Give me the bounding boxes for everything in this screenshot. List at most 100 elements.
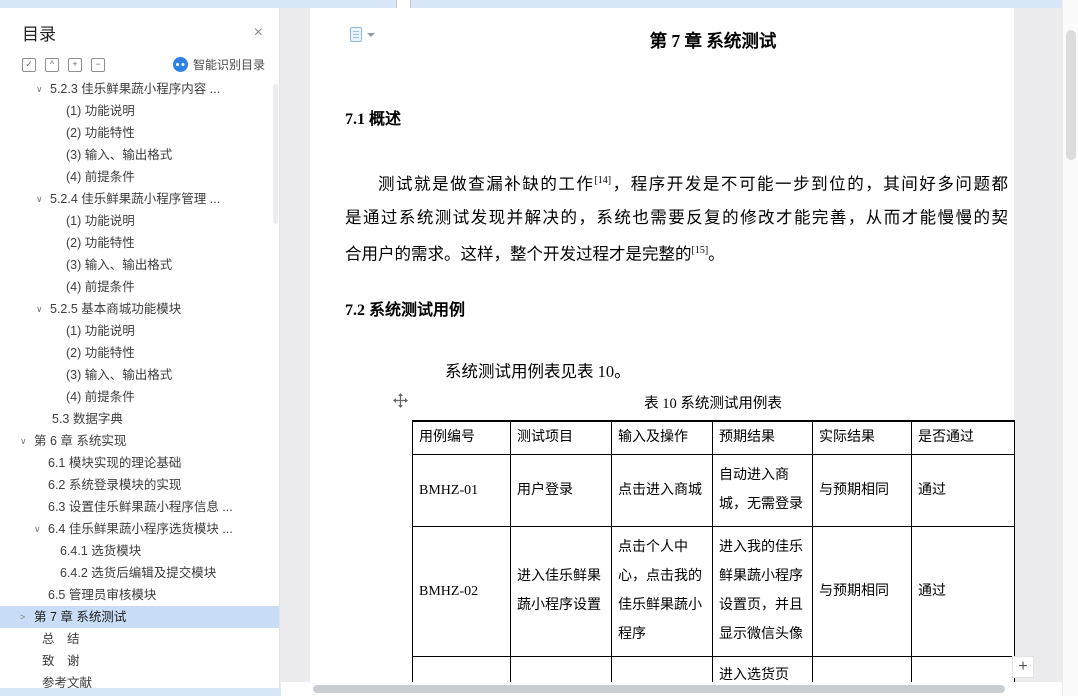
toc-item-label: (3) 输入、输出格式 [66,368,173,382]
table-row: 进入选货页 [412,655,1015,682]
table-cell [510,655,612,682]
chevron-down-icon [367,33,375,37]
toc-toolbar: ✓ ^ + − 智能识别目录 [0,45,279,81]
citation-ref: [15] [691,244,709,256]
table-header-cell: 是否通过 [911,420,1015,455]
toc-item[interactable]: 总 结 [0,628,279,650]
document-page: 第 7 章 系统测试 7.1 概述 测试就是做查漏补缺的工作[14]，程序开发是… [310,8,1015,682]
table-header-cell: 实际结果 [812,420,912,455]
toc-item[interactable]: (2) 功能特性 [0,232,279,254]
toc-item-label: 6.1 模块实现的理论基础 [48,456,182,470]
toc-item[interactable]: ∨ 6.4 佳乐鲜果蔬小程序选货模块 ... [0,518,279,540]
toc-item-label: (2) 功能特性 [66,126,135,140]
toc-item-label: 6.5 管理员审核模块 [48,588,157,602]
table-cell: 自动进入商城，无需登录 [712,453,813,527]
toc-item-label: 5.2.4 佳乐鲜果蔬小程序管理 ... [50,192,221,206]
toc-item[interactable]: (2) 功能特性 [0,342,279,364]
toc-item[interactable]: ∨ 5.2.5 基本商城功能模块 [0,298,279,320]
chevron-down-icon[interactable]: ∨ [20,430,34,452]
chapter-title: 第 7 章 系统测试 [649,31,777,51]
check-select-icon[interactable]: ✓ [22,57,36,72]
toc-item-label: (3) 输入、输出格式 [66,148,173,162]
app-top-strip [0,0,1062,8]
table-header-row: 用例编号 测试项目 输入及操作 预期结果 实际结果 是否通过 [412,420,1015,455]
toc-item[interactable]: 致 谢 [0,650,279,672]
toc-item-label: 6.2 系统登录模块的实现 [48,478,182,492]
toc-item-label: (2) 功能特性 [66,236,135,250]
table-caption-row: 表 10 系统测试用例表 [393,392,1014,413]
section-heading-7-2: 7.2 系统测试用例 [345,302,466,319]
toc-item[interactable]: 参考文献 [0,672,279,688]
chevron-down-icon[interactable]: ∨ [36,188,50,210]
chevron-right-icon[interactable]: > [20,606,34,628]
collapse-up-icon[interactable]: ^ [45,57,59,72]
paragraph-text: 是通过系统测试发现并解决的，系统也需要反复的修改才能完善，从而才能慢慢的契 [345,207,1008,227]
toc-item-label: 6.4.2 选货后编辑及提交模块 [60,566,217,580]
smart-toc-button[interactable]: 智能识别目录 [172,56,265,73]
horizontal-scrollbar[interactable] [281,682,1062,696]
collapse-all-icon[interactable]: − [91,57,105,72]
table-cell: 与预期相同 [812,525,912,657]
toc-item[interactable]: (1) 功能说明 [0,210,279,232]
toc-item-label: 总 结 [42,632,80,646]
toc-item-label: 致 谢 [42,654,80,668]
toc-item[interactable]: (4) 前提条件 [0,276,279,298]
toc-item-label: (2) 功能特性 [66,346,135,360]
horizontal-scrollbar-thumb[interactable] [313,685,1005,693]
body-paragraph: 测试就是做查漏补缺的工作[14]，程序开发是不可能一步到位的，其间好多问题都 是通… [345,164,1008,270]
toc-item[interactable]: (4) 前提条件 [0,166,279,188]
table-intro-text: 系统测试用例表见表 10。 [445,362,631,381]
toc-item[interactable]: > 第 7 章 系统测试 [0,606,279,628]
toc-item[interactable]: (1) 功能说明 [0,100,279,122]
expand-all-icon[interactable]: + [68,57,82,72]
toc-item[interactable]: (3) 输入、输出格式 [0,364,279,386]
table-cell: BMHZ-01 [412,453,511,527]
toc-item[interactable]: ∨ 5.2.3 佳乐鲜果蔬小程序内容 ... [0,78,279,100]
document-viewport: 第 7 章 系统测试 7.1 概述 测试就是做查漏补缺的工作[14]，程序开发是… [281,8,1062,682]
chevron-down-icon[interactable]: ∨ [34,518,48,540]
table-row: BMHZ-01 用户登录 点击进入商城 自动进入商城，无需登录 与预期相同 通过 [412,453,1015,527]
sidebar-scrollbar-thumb[interactable] [273,84,278,224]
table-cell: 通过 [911,525,1015,657]
vertical-scrollbar-thumb[interactable] [1066,30,1076,160]
toc-panel-header: 目录 × [0,8,279,45]
toc-item[interactable]: (4) 前提条件 [0,386,279,408]
toc-item[interactable]: (1) 功能说明 [0,320,279,342]
vertical-scrollbar[interactable] [1062,0,1078,696]
chevron-down-icon[interactable]: ∨ [36,298,50,320]
toc-item[interactable]: 6.2 系统登录模块的实现 [0,474,279,496]
paragraph-line: 是通过系统测试发现并解决的，系统也需要反复的修改才能完善，从而才能慢慢的契 [345,201,1008,234]
toc-item[interactable]: ∨ 第 6 章 系统实现 [0,430,279,452]
chevron-down-icon[interactable]: ∨ [36,78,50,100]
table-cell: BMHZ-02 [412,525,511,657]
table-row: BMHZ-02 进入佳乐鲜果蔬小程序设置 点击个人中心，点击我的佳乐鲜果蔬小程序 进入… [412,525,1015,657]
table-cell [911,655,1015,682]
toc-item[interactable]: (3) 输入、输出格式 [0,144,279,166]
toc-item-label: (1) 功能说明 [66,324,135,338]
toc-item[interactable]: 6.4.2 选货后编辑及提交模块 [0,562,279,584]
toc-item-label: (4) 前提条件 [66,170,135,184]
toc-item[interactable]: 5.3 数据字典 [0,408,279,430]
toc-item[interactable]: 6.1 模块实现的理论基础 [0,452,279,474]
toc-item-label: (1) 功能说明 [66,214,135,228]
table-header-cell: 输入及操作 [611,420,713,455]
toc-item-label: (4) 前提条件 [66,390,135,404]
page-top-marker [396,0,411,8]
toc-item[interactable]: 6.5 管理员审核模块 [0,584,279,606]
paragraph-text: 合用户的需求。这样，整个开发过程才是完整的 [345,244,692,263]
citation-ref: [14] [594,175,612,186]
toc-item[interactable]: (2) 功能特性 [0,122,279,144]
toc-item[interactable]: (3) 输入、输出格式 [0,254,279,276]
table-move-handle[interactable] [393,393,408,408]
close-icon[interactable]: × [254,24,263,41]
toc-item-label: 5.2.3 佳乐鲜果蔬小程序内容 ... [50,82,221,96]
toc-item[interactable]: ∨ 5.2.4 佳乐鲜果蔬小程序管理 ... [0,188,279,210]
toc-item-label: 6.4.1 选货模块 [60,544,142,558]
toc-item[interactable]: 6.3 设置佳乐鲜果蔬小程序信息 ... [0,496,279,518]
zoom-in-button[interactable]: + [1012,656,1034,678]
table-cell [412,655,511,682]
toc-item-label: (1) 功能说明 [66,104,135,118]
paste-options-icon[interactable] [350,27,376,44]
paragraph-text: 。 [708,244,725,263]
toc-item[interactable]: 6.4.1 选货模块 [0,540,279,562]
